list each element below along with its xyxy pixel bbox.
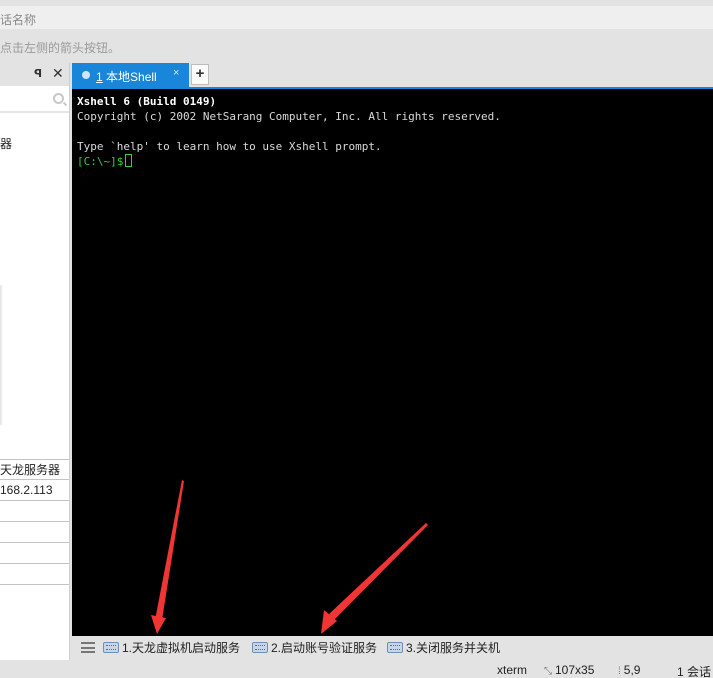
quick-command-bar: 1.天龙虚拟机启动服务 2.启动账号验证服务 3.关闭服务并关机	[72, 636, 713, 660]
property-row	[0, 564, 69, 585]
session-name-placeholder: 话名称	[0, 13, 37, 27]
cursor	[125, 154, 133, 167]
property-row	[0, 522, 69, 543]
keyboard-icon	[387, 642, 403, 653]
property-row: 168.2.113	[0, 480, 69, 501]
panel-shadow	[0, 285, 3, 425]
tab-local-shell[interactable]: 1 本地Shell ×	[72, 63, 189, 88]
search-icon[interactable]	[53, 93, 64, 104]
tab-close-icon[interactable]: ×	[173, 67, 179, 79]
menu-icon[interactable]	[81, 642, 95, 653]
session-count: 1 会话	[677, 665, 712, 678]
terminal-area[interactable]: Xshell 6 (Build 0149) Copyright (c) 2002…	[72, 87, 713, 636]
session-manager-panel: ꟼ ✕ 器 天龙服务器 168.2.113	[0, 63, 70, 660]
close-icon[interactable]: ✕	[52, 66, 64, 80]
cursor-position: ⁞ 5,9	[618, 663, 641, 677]
quick-command-button[interactable]: 2.启动账号验证服务	[252, 640, 377, 656]
status-bar: xterm ⤡ 107x35 ⁞ 5,9 1 会话	[0, 660, 713, 678]
property-row	[0, 501, 69, 522]
hint-text: 点击左侧的箭头按钮。	[0, 41, 121, 55]
new-tab-button[interactable]: +	[191, 64, 209, 85]
session-search-input[interactable]	[0, 87, 69, 113]
terminal-line: Xshell 6 (Build 0149)	[77, 95, 217, 108]
tab-label: 1 本地Shell	[96, 70, 157, 84]
shell-prompt: [C:\~]$	[77, 155, 124, 168]
quick-command-button[interactable]: 1.天龙虚拟机启动服务	[103, 640, 240, 656]
hint-bar: 点击左侧的箭头按钮。	[0, 29, 713, 63]
terminal-type: xterm	[497, 663, 527, 677]
session-properties: 天龙服务器 168.2.113	[0, 459, 69, 585]
keyboard-icon	[103, 642, 119, 653]
session-manager-header: ꟼ ✕	[0, 63, 69, 86]
prompt-line: [C:\~]$	[77, 154, 713, 169]
property-row: 天龙服务器	[0, 459, 69, 480]
resize-icon: ⤡	[544, 666, 552, 677]
session-tree-item[interactable]: 器	[0, 135, 12, 152]
keyboard-icon	[252, 642, 268, 653]
pin-icon[interactable]: ꟼ	[34, 68, 44, 80]
quick-command-button[interactable]: 3.关闭服务并关机	[387, 640, 500, 656]
property-row	[0, 543, 69, 564]
session-name-bar[interactable]: 话名称	[0, 6, 713, 29]
cursor-position-icon: ⁞	[618, 666, 621, 677]
terminal-line: Copyright (c) 2002 NetSarang Computer, I…	[77, 110, 501, 123]
terminal-size: ⤡ 107x35	[544, 663, 595, 677]
terminal-line: Type `help' to learn how to use Xshell p…	[77, 140, 382, 153]
tab-strip: 1 本地Shell × +	[72, 63, 713, 88]
status-dot-icon	[82, 71, 90, 79]
